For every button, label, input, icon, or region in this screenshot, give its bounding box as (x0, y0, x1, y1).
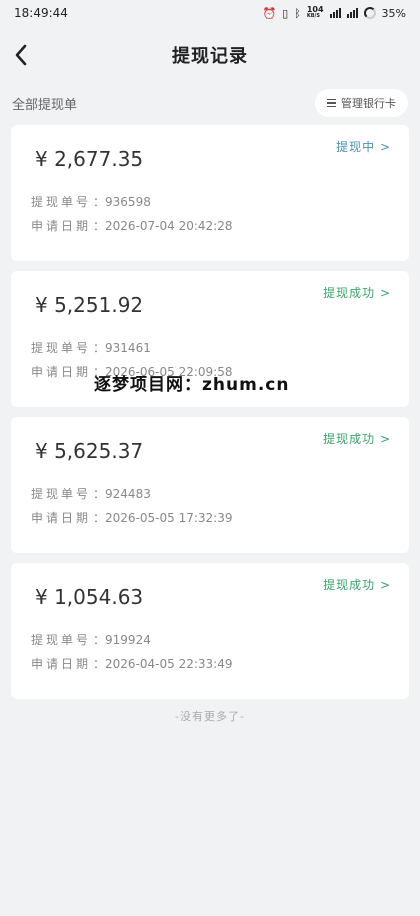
vibrate-icon: ▯ (282, 6, 289, 20)
bluetooth-icon: ᛒ (294, 6, 301, 20)
record-date: 2026-04-05 22:33:49 (105, 657, 233, 671)
manage-bank-card-label: 管理银行卡 (341, 97, 396, 110)
order-no-label: 提现单号 (31, 487, 92, 501)
page-title: 提现记录 (172, 46, 248, 67)
record-order-no: 931461 (105, 341, 151, 355)
record-order-no: 919924 (105, 633, 151, 647)
record-order-line: 提现单号 ：936598 (31, 195, 151, 209)
record-order-line: 提现单号 ：924483 (31, 487, 151, 501)
back-button[interactable] (6, 40, 36, 70)
record-date: 2026-05-05 17:32:39 (105, 511, 233, 525)
withdraw-record-card[interactable]: ¥ 2,677.35 提现中 > 提现单号 ：936598 申请日期 ：2026-0… (11, 125, 409, 261)
no-more-text: -没有更多了- (175, 710, 245, 723)
order-no-label: 提现单号 (31, 195, 92, 209)
menu-icon (327, 98, 336, 108)
signal-5g-2-icon (346, 8, 358, 18)
withdraw-record-card[interactable]: ¥ 1,054.63 提现成功 > 提现单号 ：919924 申请日期 ：2026-… (11, 563, 409, 699)
apply-date-label: 申请日期 (31, 365, 92, 379)
subheader: 全部提现单 管理银行卡 (12, 88, 408, 118)
status-time: 18:49:44 (14, 6, 68, 20)
apply-date-label: 申请日期 (31, 657, 92, 671)
battery-icon (363, 7, 376, 19)
record-status[interactable]: 提现中 > (336, 138, 391, 155)
watermark-text: 逐梦项目网：zhum.cn (94, 375, 290, 395)
record-date-line: 申请日期 ：2026-07-04 20:42:28 (31, 219, 233, 233)
record-order-no: 936598 (105, 195, 151, 209)
chevron-left-icon (15, 44, 27, 66)
record-order-line: 提现单号 ：931461 (31, 341, 151, 355)
record-amount: ¥ 1,054.63 (35, 585, 144, 609)
header: 提现记录 (0, 30, 420, 80)
record-amount: ¥ 2,677.35 (35, 147, 144, 171)
status-bar: 18:49:44 ⏰ ▯ ᛒ 104 KB/S 35% (0, 0, 420, 26)
record-date: 2026-07-04 20:42:28 (105, 219, 233, 233)
record-date-line: 申请日期 ：2026-04-05 22:33:49 (31, 657, 233, 671)
alarm-icon: ⏰ (262, 6, 277, 20)
record-status[interactable]: 提现成功 > (323, 576, 391, 593)
apply-date-label: 申请日期 (31, 219, 92, 233)
order-no-label: 提现单号 (31, 341, 92, 355)
record-order-line: 提现单号 ：919924 (31, 633, 151, 647)
manage-bank-card-button[interactable]: 管理银行卡 (315, 89, 408, 117)
network-speed: 104 KB/S (306, 5, 324, 20)
record-amount: ¥ 5,625.37 (35, 439, 144, 463)
battery-percent: 35% (381, 6, 406, 20)
status-icons: ⏰ ▯ ᛒ 104 KB/S 35% (262, 6, 406, 20)
record-status[interactable]: 提现成功 > (323, 430, 391, 447)
record-order-no: 924483 (105, 487, 151, 501)
withdraw-record-card[interactable]: ¥ 5,625.37 提现成功 > 提现单号 ：924483 申请日期 ：2026-… (11, 417, 409, 553)
apply-date-label: 申请日期 (31, 511, 92, 525)
order-no-label: 提现单号 (31, 633, 92, 647)
section-label: 全部提现单 (12, 97, 78, 113)
record-status[interactable]: 提现成功 > (323, 284, 391, 301)
record-amount: ¥ 5,251.92 (35, 293, 144, 317)
record-date-line: 申请日期 ：2026-05-05 17:32:39 (31, 511, 233, 525)
signal-5g-icon (329, 8, 341, 18)
